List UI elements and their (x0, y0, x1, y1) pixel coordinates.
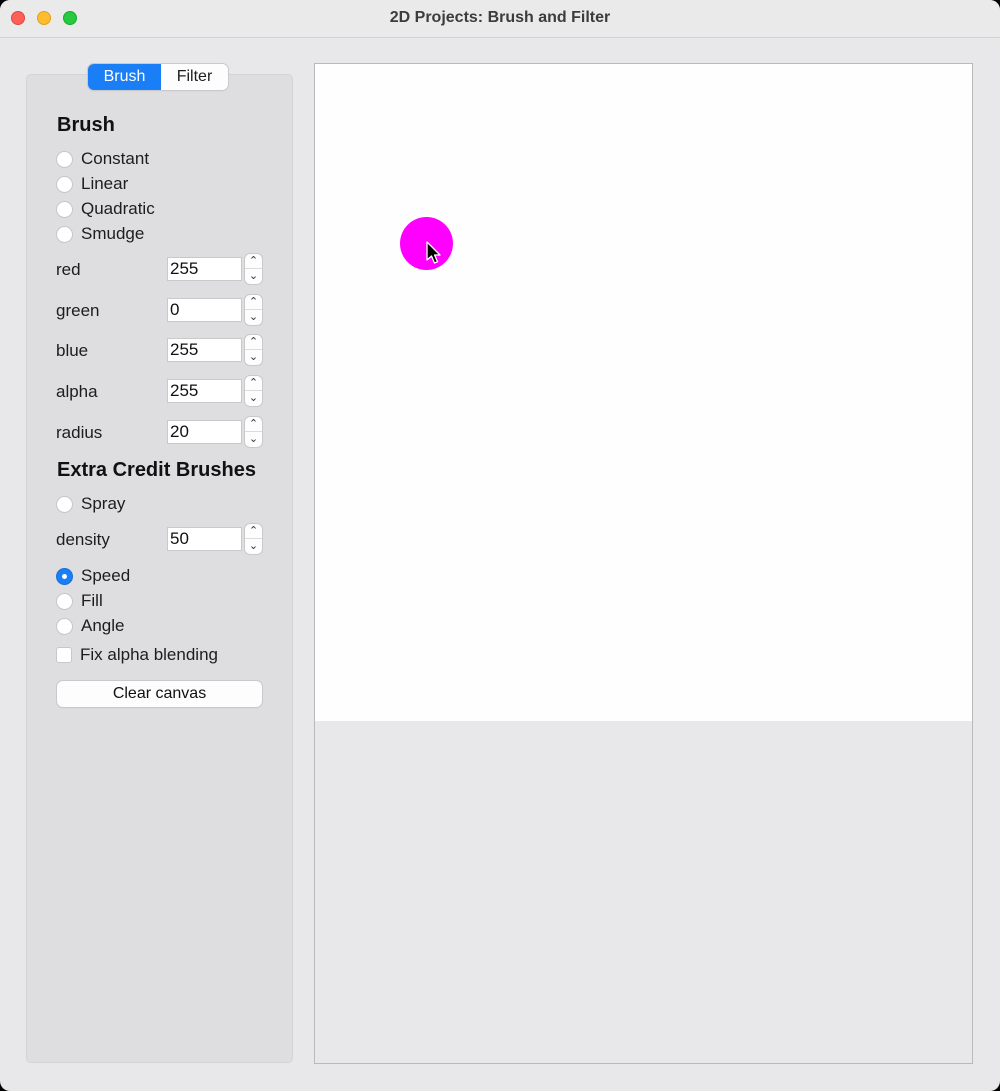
alpha-label: alpha (56, 382, 98, 401)
fix-alpha-label: Fix alpha blending (80, 645, 218, 664)
app-window: 2D Projects: Brush and Filter Brush Filt… (0, 0, 1000, 1091)
radio-button[interactable] (56, 225, 73, 243)
radio-button[interactable] (56, 200, 73, 218)
window-title: 2D Projects: Brush and Filter (389, 9, 611, 26)
radio-button[interactable] (56, 617, 73, 635)
chevron-down-icon[interactable]: ⌄ (245, 310, 262, 325)
radio-angle[interactable]: Angle (56, 615, 124, 637)
arrow-cursor-icon (426, 241, 441, 264)
title-bar: 2D Projects: Brush and Filter (0, 0, 1000, 38)
radius-label: radius (56, 423, 103, 442)
chevron-up-icon[interactable]: ⌃ (245, 295, 262, 310)
density-input[interactable] (167, 527, 242, 551)
chevron-down-icon[interactable]: ⌄ (245, 269, 262, 284)
alpha-row: alpha ⌃ ⌄ (56, 376, 266, 406)
radio-smudge[interactable]: Smudge (56, 223, 144, 245)
clear-canvas-button[interactable]: Clear canvas (57, 681, 262, 707)
alpha-input[interactable] (167, 379, 242, 403)
green-label: green (56, 301, 100, 320)
radio-label: Spray (81, 494, 126, 513)
density-label: density (56, 530, 110, 549)
fix-alpha-checkbox[interactable] (56, 647, 72, 663)
canvas-area (314, 63, 973, 1064)
red-row: red ⌃ ⌄ (56, 254, 266, 284)
density-stepper[interactable]: ⌃ ⌄ (245, 524, 262, 554)
radio-speed[interactable]: Speed (56, 565, 130, 587)
radio-label: Constant (81, 149, 150, 168)
radio-button[interactable] (56, 495, 73, 513)
chevron-up-icon[interactable]: ⌃ (245, 335, 262, 350)
chevron-down-icon[interactable]: ⌄ (245, 539, 262, 554)
radio-button[interactable] (56, 175, 73, 193)
radio-label: Linear (81, 174, 129, 193)
chevron-down-icon[interactable]: ⌄ (245, 391, 262, 406)
blue-row: blue ⌃ ⌄ (56, 335, 266, 365)
alpha-stepper[interactable]: ⌃ ⌄ (245, 376, 262, 406)
radio-button[interactable] (56, 592, 73, 610)
radio-label: Fill (81, 591, 103, 610)
radio-label: Smudge (81, 224, 145, 243)
chevron-down-icon[interactable]: ⌄ (245, 350, 262, 365)
blue-stepper[interactable]: ⌃ ⌄ (245, 335, 262, 365)
tab-bar: Brush Filter (88, 64, 228, 90)
green-input[interactable] (167, 298, 242, 322)
chevron-up-icon[interactable]: ⌃ (245, 254, 262, 269)
tab-filter[interactable]: Filter (161, 64, 228, 90)
radio-constant[interactable]: Constant (56, 148, 149, 170)
density-row: density ⌃ ⌄ (56, 524, 266, 554)
chevron-down-icon[interactable]: ⌄ (245, 432, 262, 447)
red-stepper[interactable]: ⌃ ⌄ (245, 254, 262, 284)
blue-label: blue (56, 341, 89, 360)
radio-button-selected[interactable] (56, 567, 73, 585)
radio-button[interactable] (56, 150, 73, 168)
radio-linear[interactable]: Linear (56, 173, 128, 195)
chevron-up-icon[interactable]: ⌃ (245, 376, 262, 391)
radius-stepper[interactable]: ⌃ ⌄ (245, 417, 262, 447)
extra-credit-heading: Extra Credit Brushes (57, 459, 256, 481)
blue-input[interactable] (167, 338, 242, 362)
red-input[interactable] (167, 257, 242, 281)
radius-input[interactable] (167, 420, 242, 444)
radio-label: Angle (81, 616, 125, 635)
radius-row: radius ⌃ ⌄ (56, 417, 266, 447)
tab-brush[interactable]: Brush (88, 64, 161, 90)
brush-heading: Brush (57, 114, 115, 136)
fix-alpha-checkbox-row[interactable]: Fix alpha blending (56, 644, 218, 666)
radio-spray[interactable]: Spray (56, 493, 125, 515)
green-stepper[interactable]: ⌃ ⌄ (245, 295, 262, 325)
radio-fill[interactable]: Fill (56, 590, 103, 612)
chevron-up-icon[interactable]: ⌃ (245, 524, 262, 539)
red-label: red (56, 260, 81, 279)
radio-label: Quadratic (81, 199, 155, 218)
drawing-canvas[interactable] (315, 64, 972, 721)
chevron-up-icon[interactable]: ⌃ (245, 417, 262, 432)
radio-label: Speed (81, 566, 131, 585)
radio-quadratic[interactable]: Quadratic (56, 198, 155, 220)
green-row: green ⌃ ⌄ (56, 295, 266, 325)
